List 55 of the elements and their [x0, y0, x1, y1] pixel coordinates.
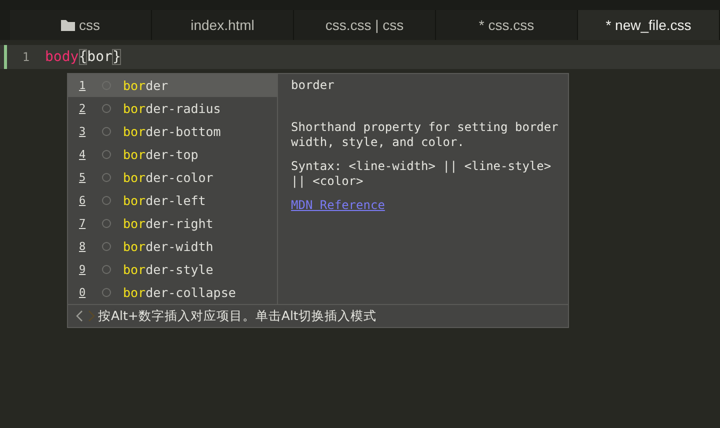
shortcut-key: 3: [79, 125, 91, 138]
shortcut-key: 9: [79, 263, 91, 276]
completion-item[interactable]: 0 border-collapse: [68, 281, 277, 304]
property-icon: [102, 127, 111, 136]
shortcut-key: 0: [79, 286, 91, 299]
shortcut-key: 8: [79, 240, 91, 253]
property-icon: [102, 242, 111, 251]
property-name: border: [123, 78, 168, 93]
completion-item[interactable]: 6 border-left: [68, 189, 277, 212]
editor-tab[interactable]: css.css | css: [294, 10, 436, 40]
completion-item[interactable]: 3 border-bottom: [68, 120, 277, 143]
property-name: border-radius: [123, 101, 221, 116]
doc-description: Shorthand property for setting border width, style, and color.: [291, 120, 560, 150]
property-name: border-width: [123, 239, 214, 254]
shortcut-key: 2: [79, 102, 91, 115]
shortcut-key: 6: [79, 194, 91, 207]
previous-icon[interactable]: [76, 310, 84, 322]
completion-item[interactable]: 1 border: [68, 74, 277, 97]
code-bracket: {: [78, 49, 88, 65]
code-selector: body: [45, 49, 79, 65]
shortcut-key: 7: [79, 217, 91, 230]
property-icon: [102, 288, 111, 297]
completion-item[interactable]: 9 border-style: [68, 258, 277, 281]
folder-icon: [61, 19, 75, 31]
property-name: border-collapse: [123, 285, 236, 300]
completion-item[interactable]: 8 border-width: [68, 235, 277, 258]
property-icon: [102, 173, 111, 182]
property-icon: [102, 265, 111, 274]
line-number: 1: [21, 50, 31, 64]
shortcut-key: 4: [79, 148, 91, 161]
editor-tab[interactable]: * css.css: [436, 10, 578, 40]
property-icon: [102, 150, 111, 159]
doc-title: border: [291, 78, 336, 93]
property-icon: [102, 219, 111, 228]
hint-text: 按Alt+数字插入对应项目。单击Alt切换插入模式: [98, 308, 376, 324]
completion-item[interactable]: 5 border-color: [68, 166, 277, 189]
editor-tab[interactable]: * new_file.css: [578, 10, 720, 40]
property-name: border-bottom: [123, 124, 221, 139]
property-name: border-color: [123, 170, 214, 185]
completion-item[interactable]: 7 border-right: [68, 212, 277, 235]
editor-tab[interactable]: css: [10, 10, 152, 40]
property-name: border-right: [123, 216, 214, 231]
property-icon: [102, 196, 111, 205]
property-icon: [102, 104, 111, 113]
property-name: border-style: [123, 262, 214, 277]
completion-item[interactable]: 2 border-radius: [68, 97, 277, 120]
completion-item[interactable]: 4 border-top: [68, 143, 277, 166]
code-bracket: }: [112, 49, 121, 65]
doc-syntax: Syntax: <line-width> || <line-style> || <color>: [291, 159, 552, 189]
property-name: border-left: [123, 193, 206, 208]
property-name: border-top: [123, 147, 198, 162]
editor-tab[interactable]: index.html: [152, 10, 294, 40]
code-text: bor: [87, 49, 112, 65]
shortcut-key: 5: [79, 171, 91, 184]
shortcut-key: 1: [79, 79, 91, 92]
